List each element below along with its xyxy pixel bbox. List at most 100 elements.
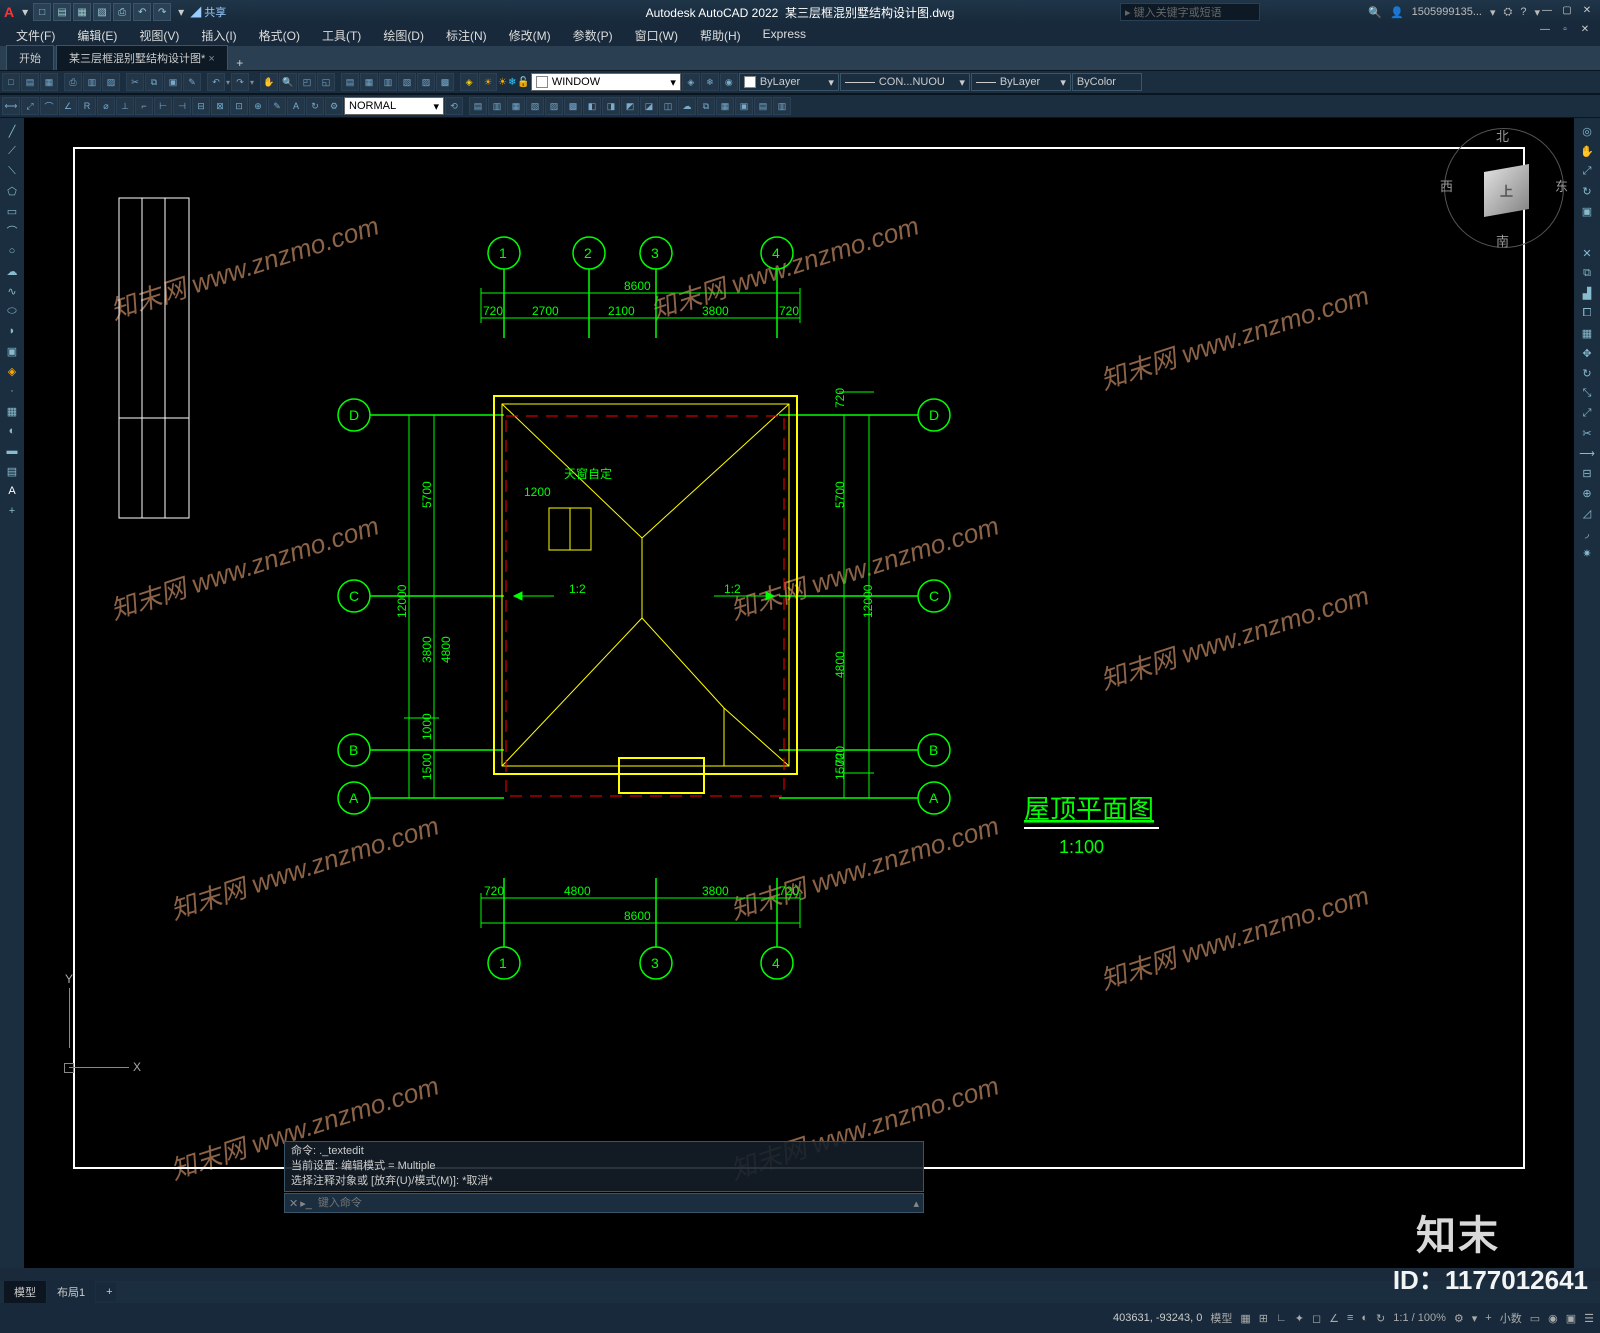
pline-icon[interactable]: ⟍ — [3, 162, 21, 180]
qat-saveas-icon[interactable]: ▧ — [93, 3, 111, 21]
doc-restore-icon[interactable]: ▫ — [1556, 24, 1574, 38]
region-icon[interactable]: ▬ — [3, 442, 21, 460]
rectangle-icon[interactable]: ▭ — [3, 202, 21, 220]
rotate-icon[interactable]: ↻ — [1578, 364, 1596, 382]
scale-icon[interactable]: ⤡ — [1578, 384, 1596, 402]
qat-open-icon[interactable]: ▤ — [53, 3, 71, 21]
join-icon[interactable]: ⊕ — [1578, 484, 1596, 502]
insert-icon[interactable]: ▣ — [3, 342, 21, 360]
layer-filter-combo[interactable]: WINDOW▾ — [531, 73, 681, 91]
zoom-prev-icon[interactable]: ◱ — [317, 73, 335, 91]
qat-plot-icon[interactable]: ⎙ — [113, 3, 131, 21]
erase-icon[interactable]: ✕ — [1578, 244, 1596, 262]
spline-icon[interactable]: ∿ — [3, 282, 21, 300]
gradient-icon[interactable]: ◐ — [3, 422, 21, 440]
fillet-icon[interactable]: ◞ — [1578, 524, 1596, 542]
dim-style-icon[interactable]: ⚙ — [325, 97, 343, 115]
linetype-combo[interactable]: CON...NUOU▾ — [840, 73, 970, 91]
dim-jog-icon[interactable]: ⌐ — [135, 97, 153, 115]
layer-current-combo[interactable]: ByLayer▾ — [739, 73, 839, 91]
menu-view[interactable]: 视图(V) — [129, 24, 189, 46]
menu-tools[interactable]: 工具(T) — [312, 24, 371, 46]
transparency-icon[interactable]: ◐ — [1361, 1312, 1368, 1324]
menu-draw[interactable]: 绘图(D) — [373, 24, 434, 46]
plotstyle-combo[interactable]: ByColor — [1072, 73, 1142, 91]
stretch-icon[interactable]: ⤢ — [1578, 404, 1596, 422]
polar-toggle-icon[interactable]: ✦ — [1295, 1312, 1304, 1325]
block-icon[interactable]: ◈ — [3, 362, 21, 380]
showmotion-icon[interactable]: ▣ — [1578, 202, 1596, 220]
offset-icon[interactable]: ⧠ — [1578, 304, 1596, 322]
layer-off-icon[interactable]: ◉ — [720, 73, 738, 91]
addselected-icon[interactable]: + — [3, 502, 21, 520]
ref-save-icon[interactable]: ▦ — [716, 97, 734, 115]
workspace-icon[interactable]: ▾ — [1472, 1312, 1478, 1325]
apps-icon[interactable]: ⛭ — [1504, 6, 1513, 19]
osnap-toggle-icon[interactable]: ◻ — [1312, 1312, 1321, 1325]
image-clip-icon[interactable]: ▩ — [564, 97, 582, 115]
dim-continue-icon[interactable]: ⊣ — [173, 97, 191, 115]
minimize-icon[interactable]: — — [1538, 5, 1556, 19]
ortho-toggle-icon[interactable]: ∟ — [1276, 1312, 1287, 1324]
layer-states-icon[interactable]: ☀ — [479, 73, 497, 91]
match-icon[interactable]: ✎ — [183, 73, 201, 91]
dim-edit-icon[interactable]: ✎ — [268, 97, 286, 115]
menu-help[interactable]: 帮助(H) — [690, 24, 751, 46]
doc-minimize-icon[interactable]: — — [1536, 24, 1554, 38]
menu-file[interactable]: 文件(F) — [6, 24, 65, 46]
copy2-icon[interactable]: ⧉ — [1578, 264, 1596, 282]
dim-radius-icon[interactable]: R — [78, 97, 96, 115]
tab-layout1[interactable]: 布局1 — [47, 1281, 95, 1303]
view-cube[interactable]: 北 南 东 西 上 — [1444, 128, 1564, 248]
dim-baseline-icon[interactable]: ⊢ — [154, 97, 172, 115]
command-line[interactable]: 命令: ._textedit 当前设置: 编辑模式 = Multiple 选择注… — [284, 1141, 924, 1213]
layer-iso-icon[interactable]: ◈ — [682, 73, 700, 91]
ref-clip-icon[interactable]: ▥ — [488, 97, 506, 115]
snap-toggle-icon[interactable]: ⊞ — [1259, 1312, 1268, 1325]
ref-open-icon[interactable]: ⧉ — [697, 97, 715, 115]
dim-aligned-icon[interactable]: ⤢ — [21, 97, 39, 115]
qat-redo-icon[interactable]: ↷ — [153, 3, 171, 21]
menu-window[interactable]: 窗口(W) — [625, 24, 688, 46]
menu-modify[interactable]: 修改(M) — [499, 24, 561, 46]
new-icon[interactable]: □ — [2, 73, 20, 91]
polygon-icon[interactable]: ⬠ — [3, 182, 21, 200]
tb-misc2-icon[interactable]: ▤ — [754, 97, 772, 115]
search-icon[interactable]: 🔍 — [1368, 6, 1382, 19]
layer-freeze-icon[interactable]: ❄ — [701, 73, 719, 91]
zoom-extents-icon[interactable]: ⤢ — [1578, 162, 1596, 180]
user-icon[interactable]: 👤 — [1390, 6, 1404, 19]
dim-reassoc-icon[interactable]: ⟲ — [445, 97, 463, 115]
mtext-icon[interactable]: A — [3, 482, 21, 500]
image-trans-icon[interactable]: ◪ — [640, 97, 658, 115]
clean-icon[interactable]: ☰ — [1584, 1312, 1594, 1325]
line-icon[interactable]: ╱ — [3, 122, 21, 140]
redo-icon[interactable]: ↷ — [231, 73, 249, 91]
image-frame-icon[interactable]: ◩ — [621, 97, 639, 115]
menu-express[interactable]: Express — [753, 24, 816, 46]
hardware-icon[interactable]: ▣ — [1566, 1312, 1576, 1325]
array-icon[interactable]: ▦ — [1578, 324, 1596, 342]
zoom-icon[interactable]: 🔍 — [279, 73, 297, 91]
dim-linear-icon[interactable]: ⟷ — [2, 97, 20, 115]
dim-diameter-icon[interactable]: ⌀ — [97, 97, 115, 115]
tb-misc3-icon[interactable]: ▥ — [773, 97, 791, 115]
wipeout-icon[interactable]: ◫ — [659, 97, 677, 115]
share-button[interactable]: 共享 — [204, 7, 226, 19]
anno-scale[interactable]: 1:1 / 100% — [1393, 1312, 1446, 1324]
image-adjust-icon[interactable]: ◧ — [583, 97, 601, 115]
ref-attach-icon[interactable]: ▤ — [469, 97, 487, 115]
cut-icon[interactable]: ✂ — [126, 73, 144, 91]
toolpalette-icon[interactable]: ▥ — [379, 73, 397, 91]
revcloud-icon[interactable]: ☁ — [678, 97, 696, 115]
qat-undo-icon[interactable]: ↶ — [133, 3, 151, 21]
designcenter-icon[interactable]: ▦ — [360, 73, 378, 91]
circle-icon[interactable]: ○ — [3, 242, 21, 260]
tab-new-icon[interactable]: + — [230, 56, 250, 70]
tab-current-file[interactable]: 某三层框混别墅结构设计图* × — [56, 45, 228, 70]
tab-add-layout-icon[interactable]: + — [96, 1283, 116, 1301]
save-icon[interactable]: ▦ — [40, 73, 58, 91]
print-icon[interactable]: ⎙ — [64, 73, 82, 91]
grid-toggle-icon[interactable]: ▦ — [1240, 1312, 1250, 1325]
dim-arc-icon[interactable]: ⌒ — [40, 97, 58, 115]
